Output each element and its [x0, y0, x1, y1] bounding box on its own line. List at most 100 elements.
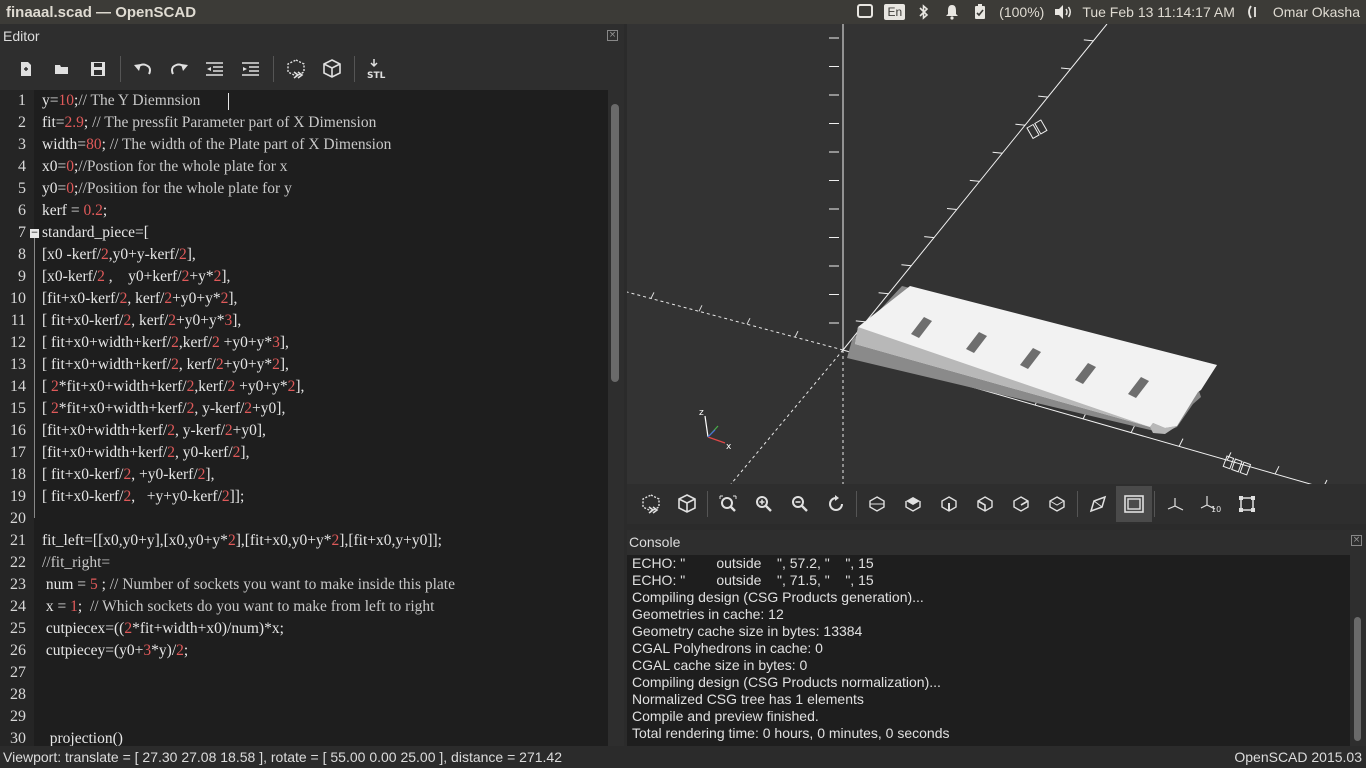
- scale-marker-label: 10: [1211, 505, 1221, 514]
- code-line[interactable]: 26 cutpiecey=(y0+3*y)/2;: [0, 640, 608, 662]
- preview-button[interactable]: [278, 53, 314, 85]
- line-number: 24: [10, 598, 26, 615]
- code-line[interactable]: 22 //fit_right=: [0, 552, 608, 574]
- code-line[interactable]: 2 fit=2.9; // The pressfit Parameter part…: [0, 112, 608, 134]
- view-toolbar: 10: [627, 484, 1366, 524]
- system-indicators: En (100%) Tue Feb 13 11:14:17 AM Omar Ok…: [856, 0, 1360, 24]
- battery-icon[interactable]: [971, 4, 989, 20]
- editor-scrollbar-thumb[interactable]: [611, 104, 619, 382]
- indent-button[interactable]: [233, 53, 269, 85]
- axis-tick: [650, 292, 655, 299]
- code-line[interactable]: 30 projection(): [0, 728, 608, 746]
- editor-pane: Editor × STL 1 y=10;// The Y Diemnsion 2…: [0, 24, 624, 746]
- code-line[interactable]: 4 x0=0;//Postion for the whole plate for …: [0, 156, 608, 178]
- console-line: Geometry cache size in bytes: 13384: [632, 623, 863, 639]
- editor-scrollbar[interactable]: [608, 90, 624, 746]
- code-line[interactable]: 20: [0, 508, 608, 530]
- view-right-button[interactable]: [859, 486, 895, 522]
- redo-button[interactable]: [161, 53, 197, 85]
- code-line[interactable]: 16 [fit+x0+width+kerf/2, y-kerf/2+y0],: [0, 420, 608, 442]
- code-line[interactable]: 17 [fit+x0+width+kerf/2, y0-kerf/2],: [0, 442, 608, 464]
- view-left-button[interactable]: [967, 486, 1003, 522]
- 3d-viewport[interactable]: z x: [627, 24, 1366, 484]
- open-file-button[interactable]: [44, 53, 80, 85]
- code-line[interactable]: 19 [ fit+x0-kerf/2, +y+y0-kerf/2]];: [0, 486, 608, 508]
- line-number: 30: [10, 730, 26, 746]
- code-line[interactable]: 7 standard_piece=[: [0, 222, 608, 244]
- show-edges-button[interactable]: [1229, 486, 1265, 522]
- view-front-button[interactable]: [1003, 486, 1039, 522]
- console-scrollbar[interactable]: [1350, 555, 1366, 746]
- code-line[interactable]: 5 y0=0;//Position for the whole plate for…: [0, 178, 608, 200]
- orthogonal-button[interactable]: [1116, 486, 1152, 522]
- user-icon[interactable]: [1245, 4, 1263, 20]
- code-line[interactable]: 9 [x0-kerf/2 , y0+kerf/2+y*2],: [0, 266, 608, 288]
- code-text: [fit+x0+width+kerf/2, y-kerf/2+y0],: [42, 422, 266, 439]
- view-render-button[interactable]: [669, 486, 705, 522]
- view-preview-button[interactable]: [633, 486, 669, 522]
- code-line[interactable]: 28: [0, 684, 608, 706]
- code-text: [x0 -kerf/2,y0+y-kerf/2],: [42, 246, 196, 263]
- console-close-icon[interactable]: ×: [1351, 535, 1362, 546]
- notification-bell-icon[interactable]: [943, 4, 961, 20]
- keyboard-language-indicator[interactable]: En: [884, 4, 906, 20]
- console-pane: Console × ECHO: " outside ", 57.2, " ", …: [627, 530, 1366, 746]
- code-line[interactable]: 15 [ 2*fit+x0+width+kerf/2, y-kerf/2+y0],: [0, 398, 608, 420]
- code-line[interactable]: 3 width=80; // The width of the Plate par…: [0, 134, 608, 156]
- dropbox-icon[interactable]: [856, 4, 874, 20]
- zoom-out-button[interactable]: [782, 486, 818, 522]
- code-line[interactable]: 24 x = 1; // Which sockets do you want t…: [0, 596, 608, 618]
- code-line[interactable]: 18 [ fit+x0-kerf/2, +y0-kerf/2],: [0, 464, 608, 486]
- code-text: y=10;// The Y Diemnsion: [42, 92, 201, 109]
- z-axis-ticks: [829, 37, 839, 324]
- code-line[interactable]: 11 [ fit+x0-kerf/2, kerf/2+y0+y*3],: [0, 310, 608, 332]
- console-line: Compiling design (CSG Products normaliza…: [632, 674, 941, 690]
- axis-tick: [794, 330, 799, 338]
- code-line[interactable]: 10 [fit+x0-kerf/2, kerf/2+y0+y*2],: [0, 288, 608, 310]
- code-line[interactable]: 29: [0, 706, 608, 728]
- unindent-button[interactable]: [197, 53, 233, 85]
- perspective-button[interactable]: [1080, 486, 1116, 522]
- code-line[interactable]: 21 fit_left=[[x0,y0+y],[x0,y0+y*2],[fit+x…: [0, 530, 608, 552]
- code-line[interactable]: 27: [0, 662, 608, 684]
- code-text: cutpiecex=((2*fit+width+x0)/num)*x;: [42, 620, 284, 637]
- view-back-button[interactable]: [1039, 486, 1075, 522]
- new-file-button[interactable]: [8, 53, 44, 85]
- fold-toggle-icon[interactable]: −: [30, 229, 39, 238]
- code-line[interactable]: 23 num = 5 ; // Number of sockets you wa…: [0, 574, 608, 596]
- code-line[interactable]: 12 [ fit+x0+width+kerf/2,kerf/2 +y0+y*3],: [0, 332, 608, 354]
- neg-x-axis-ticks: [650, 292, 799, 338]
- code-line[interactable]: 25 cutpiecex=((2*fit+width+x0)/num)*x;: [0, 618, 608, 640]
- code-line[interactable]: 1 y=10;// The Y Diemnsion: [0, 90, 608, 112]
- reset-view-button[interactable]: [818, 486, 854, 522]
- code-text: x = 1; // Which sockets do you want to m…: [42, 598, 435, 615]
- console-scrollbar-thumb[interactable]: [1354, 617, 1361, 741]
- bluetooth-icon[interactable]: [915, 4, 933, 20]
- text-cursor: [228, 93, 229, 110]
- code-editor[interactable]: 1 y=10;// The Y Diemnsion 2 fit=2.9; // The…: [0, 90, 608, 746]
- clock[interactable]: Tue Feb 13 11:14:17 AM: [1082, 4, 1235, 20]
- code-line[interactable]: 14 [ 2*fit+x0+width+kerf/2,kerf/2 +y0+y*2…: [0, 376, 608, 398]
- console-output[interactable]: ECHO: " outside ", 57.2, " ", 15 ECHO: " …: [627, 555, 1350, 746]
- export-stl-button[interactable]: STL: [359, 53, 395, 85]
- toolbar-separator: [120, 56, 121, 82]
- view-all-button[interactable]: [710, 486, 746, 522]
- volume-icon[interactable]: [1054, 4, 1072, 20]
- code-line[interactable]: 8 [x0 -kerf/2,y0+y-kerf/2],: [0, 244, 608, 266]
- line-number: 14: [10, 378, 26, 395]
- code-line[interactable]: 6 kerf = 0.2;: [0, 200, 608, 222]
- undo-button[interactable]: [125, 53, 161, 85]
- zoom-in-button[interactable]: [746, 486, 782, 522]
- show-axes-button[interactable]: [1157, 486, 1193, 522]
- code-line[interactable]: 13 [ fit+x0+width+kerf/2, kerf/2+y0+y*2],: [0, 354, 608, 376]
- toolbar-separator: [354, 56, 355, 82]
- user-name[interactable]: Omar Okasha: [1273, 4, 1360, 20]
- render-button[interactable]: [314, 53, 350, 85]
- editor-close-icon[interactable]: ×: [607, 30, 618, 41]
- save-file-button[interactable]: [80, 53, 116, 85]
- view-bottom-button[interactable]: [931, 486, 967, 522]
- view-top-button[interactable]: [895, 486, 931, 522]
- axis-tick: [924, 236, 935, 239]
- show-scale-markers-button[interactable]: 10: [1193, 486, 1229, 522]
- y-axis-number-label: [1026, 119, 1048, 140]
